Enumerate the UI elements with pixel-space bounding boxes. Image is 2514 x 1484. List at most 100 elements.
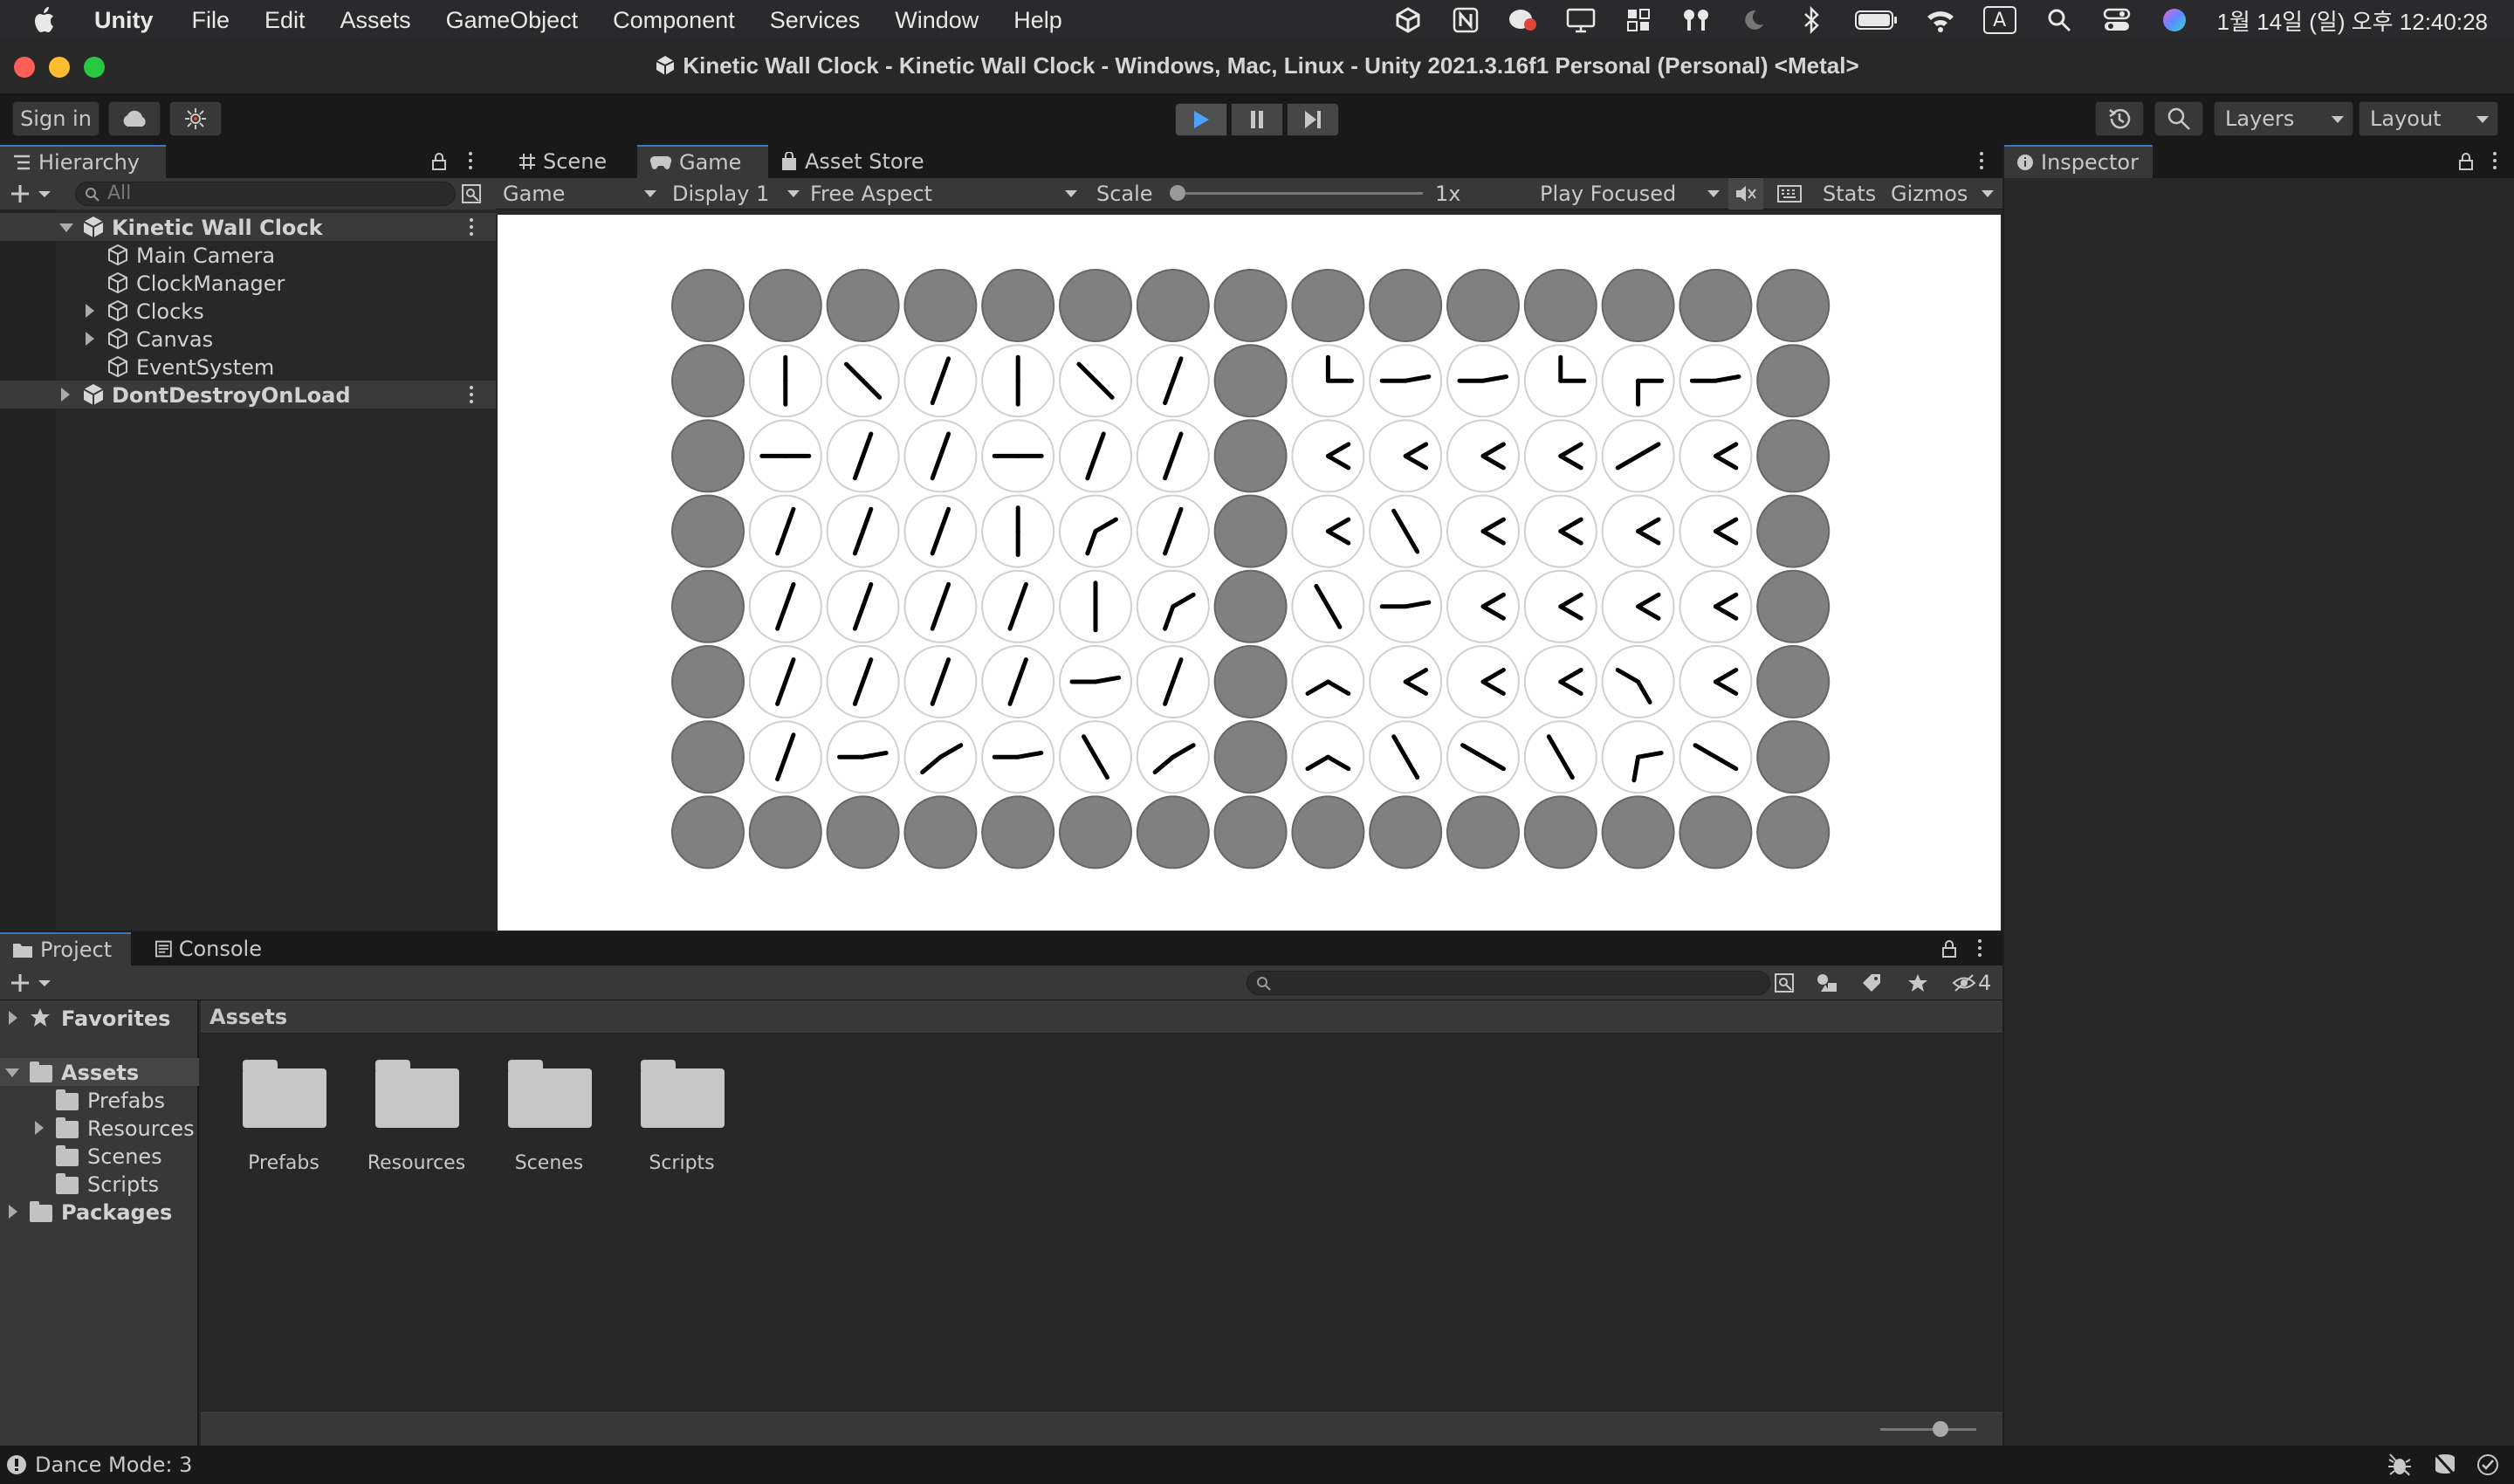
create-add-icon[interactable]: [10, 972, 51, 993]
project-tree-item[interactable]: Assets: [0, 1058, 199, 1086]
tab-console[interactable]: Console: [143, 932, 274, 965]
gizmos-dropdown[interactable]: Gizmos: [1891, 178, 1997, 210]
mute-audio-button[interactable]: [1728, 178, 1763, 210]
menu-gameobject[interactable]: GameObject: [446, 7, 579, 34]
foldout-collapsed-icon[interactable]: [9, 1205, 17, 1219]
search-by-type-icon[interactable]: [1816, 972, 1840, 993]
icon-size-slider[interactable]: [1880, 1421, 1976, 1437]
layout-dropdown[interactable]: Layout: [2359, 101, 2498, 136]
hierarchy-item[interactable]: Main Camera: [0, 241, 496, 269]
search-toolbar-button[interactable]: [2154, 101, 2203, 136]
asset-folder[interactable]: Prefabs: [227, 1060, 340, 1182]
foldout-collapsed-icon[interactable]: [61, 388, 70, 402]
window-manager-tray-icon[interactable]: [1624, 5, 1653, 35]
spotlight-search-icon[interactable]: [2044, 5, 2074, 35]
hierarchy-search-input[interactable]: All: [75, 182, 456, 206]
play-mode-dropdown[interactable]: Play Focused: [1540, 178, 1723, 210]
tab-game[interactable]: Game: [637, 145, 768, 178]
project-tree-item[interactable]: Favorites: [0, 1004, 199, 1032]
search-scene-icon[interactable]: [461, 183, 484, 204]
tab-project[interactable]: Project: [0, 932, 131, 965]
do-not-disturb-icon[interactable]: [1739, 5, 1769, 35]
icon-size-slider-thumb[interactable]: [1933, 1421, 1948, 1437]
stats-button[interactable]: Stats: [1823, 178, 1884, 210]
menu-file[interactable]: File: [192, 7, 230, 34]
scale-slider[interactable]: [1170, 185, 1423, 201]
foldout-collapsed-icon[interactable]: [9, 1011, 17, 1025]
status-message[interactable]: Dance Mode: 3: [35, 1453, 192, 1477]
sign-in-button[interactable]: Sign in: [12, 101, 100, 136]
hierarchy-scene-row[interactable]: Kinetic Wall Clock: [0, 213, 496, 241]
battery-icon[interactable]: [1854, 5, 1898, 35]
aspect-dropdown[interactable]: Free Aspect: [810, 178, 1081, 210]
game-panel-menu-icon[interactable]: [1980, 152, 1983, 169]
foldout-collapsed-icon[interactable]: [35, 1121, 44, 1135]
tab-scene[interactable]: Scene: [506, 145, 637, 178]
project-search-input[interactable]: [1247, 971, 1770, 995]
hierarchy-item[interactable]: ClockManager: [0, 269, 496, 297]
notion-tray-icon[interactable]: [1451, 5, 1480, 35]
display-tray-icon[interactable]: [1566, 5, 1596, 35]
search-by-label-icon[interactable]: [1861, 972, 1884, 993]
keyboard-shortcuts-button[interactable]: [1772, 178, 1807, 210]
hierarchy-item[interactable]: Clocks: [0, 297, 496, 325]
lock-icon[interactable]: [1941, 939, 1957, 958]
cache-server-icon[interactable]: [2432, 1453, 2458, 1477]
menu-component[interactable]: Component: [613, 7, 735, 34]
tab-asset-store[interactable]: Asset Store: [768, 145, 943, 178]
bluetooth-icon[interactable]: [1796, 5, 1826, 35]
hierarchy-menu-icon[interactable]: [469, 152, 472, 169]
apple-menu-icon[interactable]: [30, 3, 59, 38]
menubar-clock[interactable]: 1월 14일 (일) 오후 12:40:28: [2217, 4, 2488, 37]
menu-services[interactable]: Services: [770, 7, 861, 34]
cloud-button[interactable]: [108, 101, 161, 136]
inspector-menu-icon[interactable]: [2493, 152, 2497, 169]
control-center-icon[interactable]: [2102, 5, 2132, 35]
play-button[interactable]: [1175, 103, 1227, 136]
foldout-collapsed-icon[interactable]: [86, 332, 94, 346]
step-button[interactable]: [1287, 103, 1339, 136]
siri-icon[interactable]: [2160, 5, 2189, 35]
messenger-tray-icon[interactable]: [1508, 5, 1538, 35]
menu-edit[interactable]: Edit: [264, 7, 306, 34]
tab-hierarchy[interactable]: Hierarchy: [0, 145, 166, 178]
asset-folder[interactable]: Resources: [360, 1060, 473, 1182]
scene-row-menu-icon[interactable]: [470, 218, 473, 236]
layers-dropdown[interactable]: Layers: [2214, 101, 2353, 136]
lock-icon[interactable]: [2458, 152, 2474, 171]
favorite-star-icon[interactable]: [1906, 972, 1929, 993]
unity-tray-icon[interactable]: [1393, 5, 1423, 35]
search-by-scene-icon[interactable]: [1774, 972, 1796, 993]
wifi-icon[interactable]: [1926, 5, 1955, 35]
menu-window[interactable]: Window: [895, 7, 979, 34]
status-check-icon[interactable]: [2476, 1453, 2500, 1477]
hidden-packages-icon[interactable]: [1952, 973, 1976, 993]
asset-folder[interactable]: Scenes: [492, 1060, 606, 1182]
pause-button[interactable]: [1231, 103, 1283, 136]
game-viewport[interactable]: [498, 215, 2001, 931]
input-source-icon[interactable]: A: [1982, 6, 2016, 34]
undo-history-button[interactable]: [2095, 101, 2144, 136]
game-view-mode-dropdown[interactable]: Game: [503, 178, 660, 210]
tab-inspector[interactable]: Inspector: [2004, 145, 2153, 178]
hierarchy-item[interactable]: EventSystem: [0, 353, 496, 381]
project-tree-item[interactable]: Scripts: [0, 1170, 199, 1198]
hierarchy-scene-row[interactable]: DontDestroyOnLoad: [0, 381, 496, 409]
project-tree-item[interactable]: Resources: [0, 1114, 199, 1142]
hierarchy-item[interactable]: Canvas: [0, 325, 496, 353]
menu-app-name[interactable]: Unity: [94, 7, 154, 34]
scene-row-menu-icon[interactable]: [470, 386, 473, 403]
asset-folder[interactable]: Scripts: [625, 1060, 738, 1182]
project-tree-item[interactable]: Packages: [0, 1198, 199, 1226]
debug-bug-icon[interactable]: [2387, 1453, 2413, 1477]
foldout-expanded-icon[interactable]: [5, 1068, 19, 1077]
menu-assets[interactable]: Assets: [340, 7, 411, 34]
foldout-expanded-icon[interactable]: [59, 223, 73, 232]
display-dropdown[interactable]: Display 1: [672, 178, 803, 210]
airpods-tray-icon[interactable]: [1681, 5, 1711, 35]
create-add-icon[interactable]: [10, 183, 51, 204]
collab-button[interactable]: [169, 101, 222, 136]
lock-icon[interactable]: [431, 152, 447, 171]
project-tree-item[interactable]: Prefabs: [0, 1086, 199, 1114]
breadcrumb-assets[interactable]: Assets: [210, 1005, 287, 1029]
